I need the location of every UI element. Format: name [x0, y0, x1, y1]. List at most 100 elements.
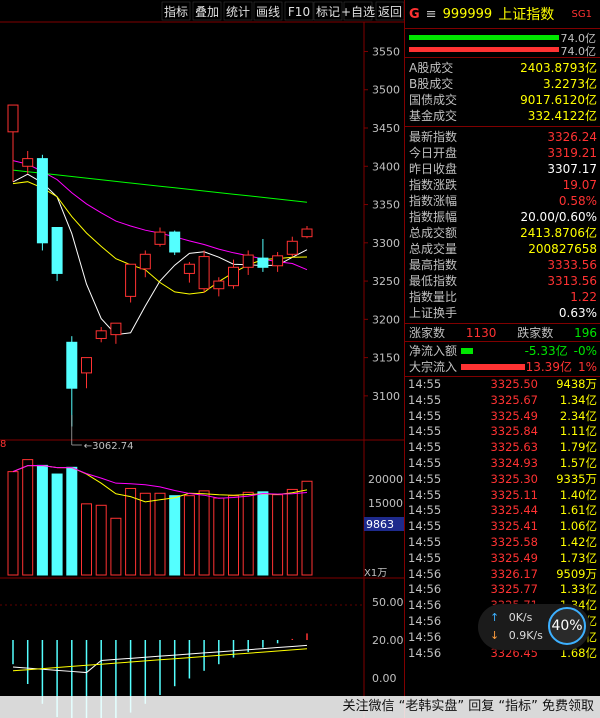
- tick-volume: 9438万: [556, 377, 597, 391]
- tick-time: 14:56: [408, 598, 442, 613]
- volume-bar[interactable]: [125, 487, 137, 576]
- tick-volume: 1.57亿: [559, 455, 597, 470]
- stat-label: 上证换手: [409, 306, 458, 320]
- stat-value: 3313.56: [547, 274, 597, 288]
- tick-row[interactable]: 14:56 3325.77 1.33亿: [405, 582, 600, 598]
- flow-pct: -0%: [573, 344, 597, 358]
- volume-bar[interactable]: [154, 492, 166, 576]
- tick-row[interactable]: 14:55 3325.30 9335万: [405, 472, 600, 488]
- stat-value: 3319.21: [547, 146, 597, 160]
- tick-price: 3326.17: [490, 566, 538, 581]
- tick-volume: 1.06亿: [559, 519, 597, 534]
- volume-bar[interactable]: [22, 459, 34, 576]
- volume-bar[interactable]: [242, 491, 254, 576]
- sg1-tag[interactable]: SG1: [572, 9, 592, 20]
- flow-label: 大宗流入: [409, 360, 458, 374]
- stat-label: 指数涨幅: [409, 194, 458, 208]
- toolbar-button[interactable]: 叠加: [192, 1, 222, 21]
- tick-row[interactable]: 14:55 3325.11 1.40亿: [405, 488, 600, 504]
- macd-tick-label: 0.00: [372, 672, 397, 685]
- watermark-text: 关注微信 “老韩实盘” 回复 “指标” 免费领取: [342, 699, 594, 714]
- menu-icon[interactable]: ≡: [426, 7, 437, 22]
- tick-time: 14:55: [408, 471, 442, 486]
- tick-row[interactable]: 14:55 3325.67 1.34亿: [405, 393, 600, 409]
- tick-row[interactable]: 14:55 3325.50 9438万: [405, 377, 600, 393]
- tick-row[interactable]: 14:55 3325.84 1.11亿: [405, 424, 600, 440]
- tick-time: 14:55: [408, 487, 442, 502]
- candle[interactable]: [125, 263, 137, 303]
- candle[interactable]: [51, 227, 63, 282]
- tick-row[interactable]: 14:55 3325.49 2.34亿: [405, 409, 600, 425]
- tick-row[interactable]: 14:55 3325.63 1.79亿: [405, 440, 600, 456]
- candle[interactable]: [169, 230, 181, 256]
- tick-price: 3325.44: [490, 503, 538, 518]
- toolbar-button-label: F10: [288, 5, 310, 19]
- tick-price: 3325.77: [490, 582, 538, 597]
- tick-time: 14:56: [408, 613, 442, 628]
- candle[interactable]: [198, 250, 210, 293]
- tick-time: 14:55: [408, 534, 442, 549]
- volume-bar[interactable]: [7, 471, 19, 576]
- volume-bar[interactable]: [272, 494, 284, 576]
- volume-bar[interactable]: [183, 495, 195, 576]
- volume-bar[interactable]: [213, 497, 225, 576]
- flow-bar-green: [409, 35, 559, 40]
- index-stat-row: 今日开盘 3319.21: [405, 145, 600, 161]
- toolbar-button-label: 统计: [226, 5, 250, 19]
- stat-label: A股成交: [409, 61, 454, 75]
- index-stat-row: 最新指数 3326.24: [405, 129, 600, 145]
- download-arrow-icon: ↓: [490, 629, 500, 642]
- price-tick-label: 3450: [372, 122, 400, 135]
- flow-value: 13.39亿: [525, 360, 572, 374]
- stat-value: 3333.56: [547, 258, 597, 272]
- volume-bar[interactable]: [198, 490, 210, 576]
- price-tick-label: 3150: [372, 352, 400, 365]
- stat-label: 国债成交: [409, 93, 458, 107]
- volume-bar[interactable]: [257, 491, 269, 576]
- volume-bar[interactable]: [81, 503, 92, 576]
- g-badge[interactable]: G: [409, 7, 420, 22]
- kline-chart-area[interactable]: 指标 叠加 统计 画线 F10 标记 +自选 返回 3550 3500 3450 3400 3350 3…: [0, 0, 404, 718]
- index-stat-row: 上证换手 0.63%: [405, 305, 600, 321]
- tick-row[interactable]: 14:55 3325.49 1.73亿: [405, 551, 600, 567]
- tick-row[interactable]: 14:55 3324.93 1.57亿: [405, 456, 600, 472]
- volume-stat-row: 基金成交 332.4122亿: [405, 108, 600, 124]
- network-speed-widget[interactable]: ↑ 0K/s ↓ 0.9K/s 40%: [478, 604, 590, 650]
- tick-row[interactable]: 14:56 3326.17 9509万: [405, 567, 600, 583]
- tick-time: 14:55: [408, 408, 442, 423]
- toolbar-button[interactable]: 返回: [375, 1, 404, 21]
- volume-bar[interactable]: [51, 473, 63, 576]
- toolbar-button[interactable]: 指标: [161, 1, 191, 21]
- volume-stats: A股成交 2403.8793亿 B股成交 3.2273亿 国债成交 9017.6120亿基…: [405, 58, 600, 127]
- flow-bar-red: [409, 47, 559, 52]
- volume-bar[interactable]: [228, 495, 239, 576]
- volume-bar[interactable]: [36, 464, 48, 576]
- volume-bar[interactable]: [110, 517, 122, 576]
- tick-volume: 1.42亿: [559, 534, 597, 549]
- price-tick-label: 3400: [372, 160, 400, 173]
- candle[interactable]: [36, 154, 48, 251]
- stat-value: 200827658: [528, 242, 597, 256]
- volume-bar[interactable]: [95, 504, 107, 576]
- price-tick-label: 3350: [372, 199, 400, 212]
- tick-time: 14:56: [408, 645, 442, 660]
- tick-row[interactable]: 14:55 3325.44 1.61亿: [405, 503, 600, 519]
- toolbar-button[interactable]: 画线: [253, 1, 283, 21]
- volume-bar[interactable]: [301, 480, 313, 576]
- tick-row[interactable]: 14:55 3325.58 1.42亿: [405, 535, 600, 551]
- toolbar-button[interactable]: F10: [284, 1, 314, 21]
- volume-bar[interactable]: [169, 495, 181, 576]
- tick-row[interactable]: 14:55 3325.41 1.06亿: [405, 519, 600, 535]
- toolbar-button[interactable]: 标记: [313, 1, 343, 21]
- index-stat-row: 最高指数 3333.56: [405, 257, 600, 273]
- toolbar-button[interactable]: 统计: [223, 1, 253, 21]
- volume-bar[interactable]: [139, 492, 151, 576]
- up-count: 1130: [465, 326, 497, 340]
- volume-stat-row: 国债成交 9017.6120亿: [405, 92, 600, 108]
- volume-bar[interactable]: [66, 466, 78, 576]
- volume-bar[interactable]: [286, 488, 298, 576]
- tick-price: 3325.67: [490, 392, 538, 407]
- flow-label: 净流入额: [409, 344, 458, 358]
- tick-price: 3325.49: [490, 550, 538, 565]
- toolbar-button[interactable]: +自选: [341, 1, 375, 21]
